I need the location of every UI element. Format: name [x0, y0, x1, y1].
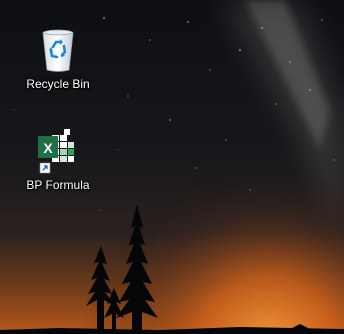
- recycle-bin-icon: [34, 26, 82, 74]
- excel-file-icon: X: [34, 127, 82, 175]
- recycle-bin-desktop-icon[interactable]: Recycle Bin: [20, 26, 96, 91]
- bp-formula-label: BP Formula: [26, 178, 90, 192]
- bp-formula-desktop-icon[interactable]: X BP Formula: [20, 127, 96, 192]
- desktop[interactable]: Recycle Bin X BP Formula: [0, 0, 344, 334]
- recycle-bin-label: Recycle Bin: [26, 77, 90, 91]
- svg-text:X: X: [43, 140, 53, 156]
